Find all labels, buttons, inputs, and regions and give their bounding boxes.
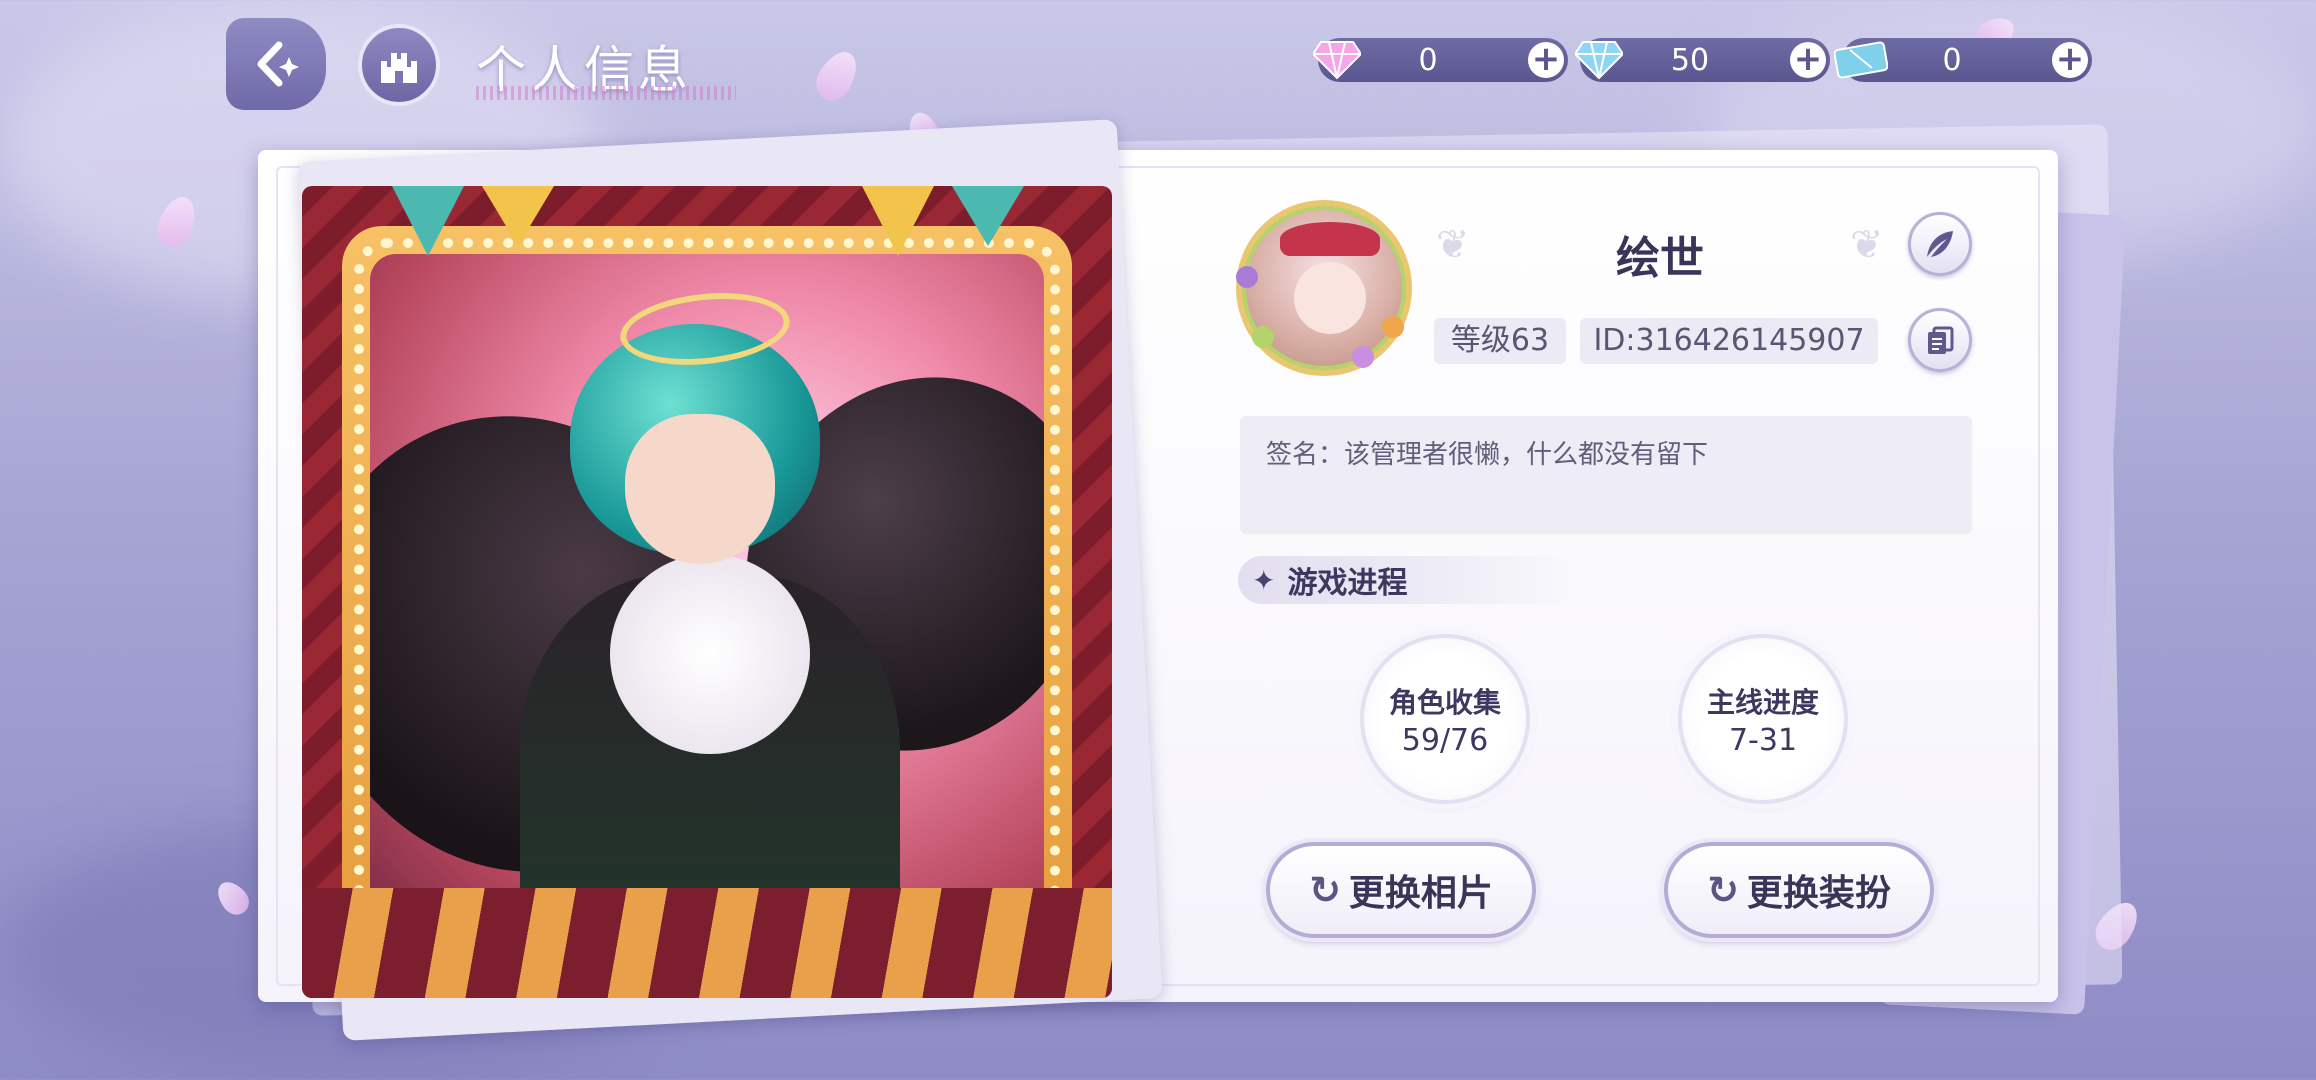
game-progress-header: ✦ 游戏进程 — [1238, 556, 1578, 604]
add-currency-button[interactable]: + — [1528, 42, 1564, 78]
avatar-flower — [1252, 326, 1274, 348]
player-id: ID:316426145907 — [1580, 318, 1878, 364]
circus-stage — [302, 888, 1112, 998]
player-level: 等级63 — [1434, 318, 1566, 364]
home-button[interactable] — [358, 24, 440, 106]
add-currency-button[interactable]: + — [2052, 42, 2088, 78]
ticket-icon — [1832, 32, 1890, 88]
laurel-left-icon: ❦ — [1436, 222, 1470, 268]
bunting-flag — [392, 186, 464, 256]
currency-pink-diamond: 0 + — [1313, 38, 1568, 82]
character-photo[interactable] — [302, 186, 1112, 998]
character-illustration — [370, 254, 1044, 998]
stat-value: 7-31 — [1728, 722, 1798, 758]
bunting-flag — [862, 186, 934, 256]
copy-id-button[interactable] — [1908, 308, 1972, 372]
add-currency-button[interactable]: + — [1790, 42, 1826, 78]
currency-blue-diamond: 50 + — [1575, 38, 1830, 82]
refresh-icon: ↻ — [1309, 868, 1341, 912]
change-photo-button[interactable]: ↻ 更换相片 — [1266, 842, 1536, 938]
bunting-flag — [482, 186, 554, 246]
button-label: 更换相片 — [1348, 872, 1493, 914]
button-label: 更换装扮 — [1746, 872, 1891, 914]
character-face — [625, 414, 775, 564]
stat-label: 角色收集 — [1388, 685, 1501, 719]
back-arrow-icon — [257, 41, 299, 87]
avatar-flower — [1352, 346, 1374, 368]
main-story-progress-stat[interactable]: 主线进度 7-31 — [1678, 634, 1848, 804]
avatar-face — [1294, 262, 1366, 334]
signature-text: 签名：该管理者很懒，什么都没有留下 — [1266, 440, 1709, 470]
avatar-hat — [1280, 222, 1380, 256]
sparkle-icon: ✦ — [1252, 563, 1276, 597]
avatar-flower — [1382, 316, 1404, 338]
feather-icon — [1927, 231, 1953, 257]
pink-diamond-icon — [1308, 32, 1366, 88]
player-name: 绘世 — [1616, 233, 1704, 284]
player-avatar[interactable] — [1236, 200, 1412, 376]
edit-name-button[interactable] — [1908, 212, 1972, 276]
section-title: 游戏进程 — [1287, 566, 1408, 601]
petal-decoration — [809, 44, 865, 108]
character-collection-stat[interactable]: 角色收集 59/76 — [1360, 634, 1530, 804]
stat-label: 主线进度 — [1706, 685, 1819, 719]
avatar-flower — [1236, 266, 1258, 288]
blue-diamond-icon — [1570, 32, 1628, 88]
stat-value: 59/76 — [1401, 722, 1489, 758]
character-ruff — [610, 554, 810, 754]
copy-icon — [1928, 326, 1954, 354]
currency-ticket: 0 + — [1834, 38, 2092, 82]
change-outfit-button[interactable]: ↻ 更换装扮 — [1664, 842, 1934, 938]
bunting-flag — [952, 186, 1024, 246]
refresh-icon: ↻ — [1707, 868, 1739, 912]
castle-icon — [381, 53, 417, 83]
signature-field[interactable]: 签名：该管理者很懒，什么都没有留下 — [1240, 416, 1972, 534]
back-button[interactable] — [226, 18, 326, 110]
laurel-right-icon: ❦ — [1850, 222, 1884, 268]
title-decoration — [476, 86, 736, 100]
